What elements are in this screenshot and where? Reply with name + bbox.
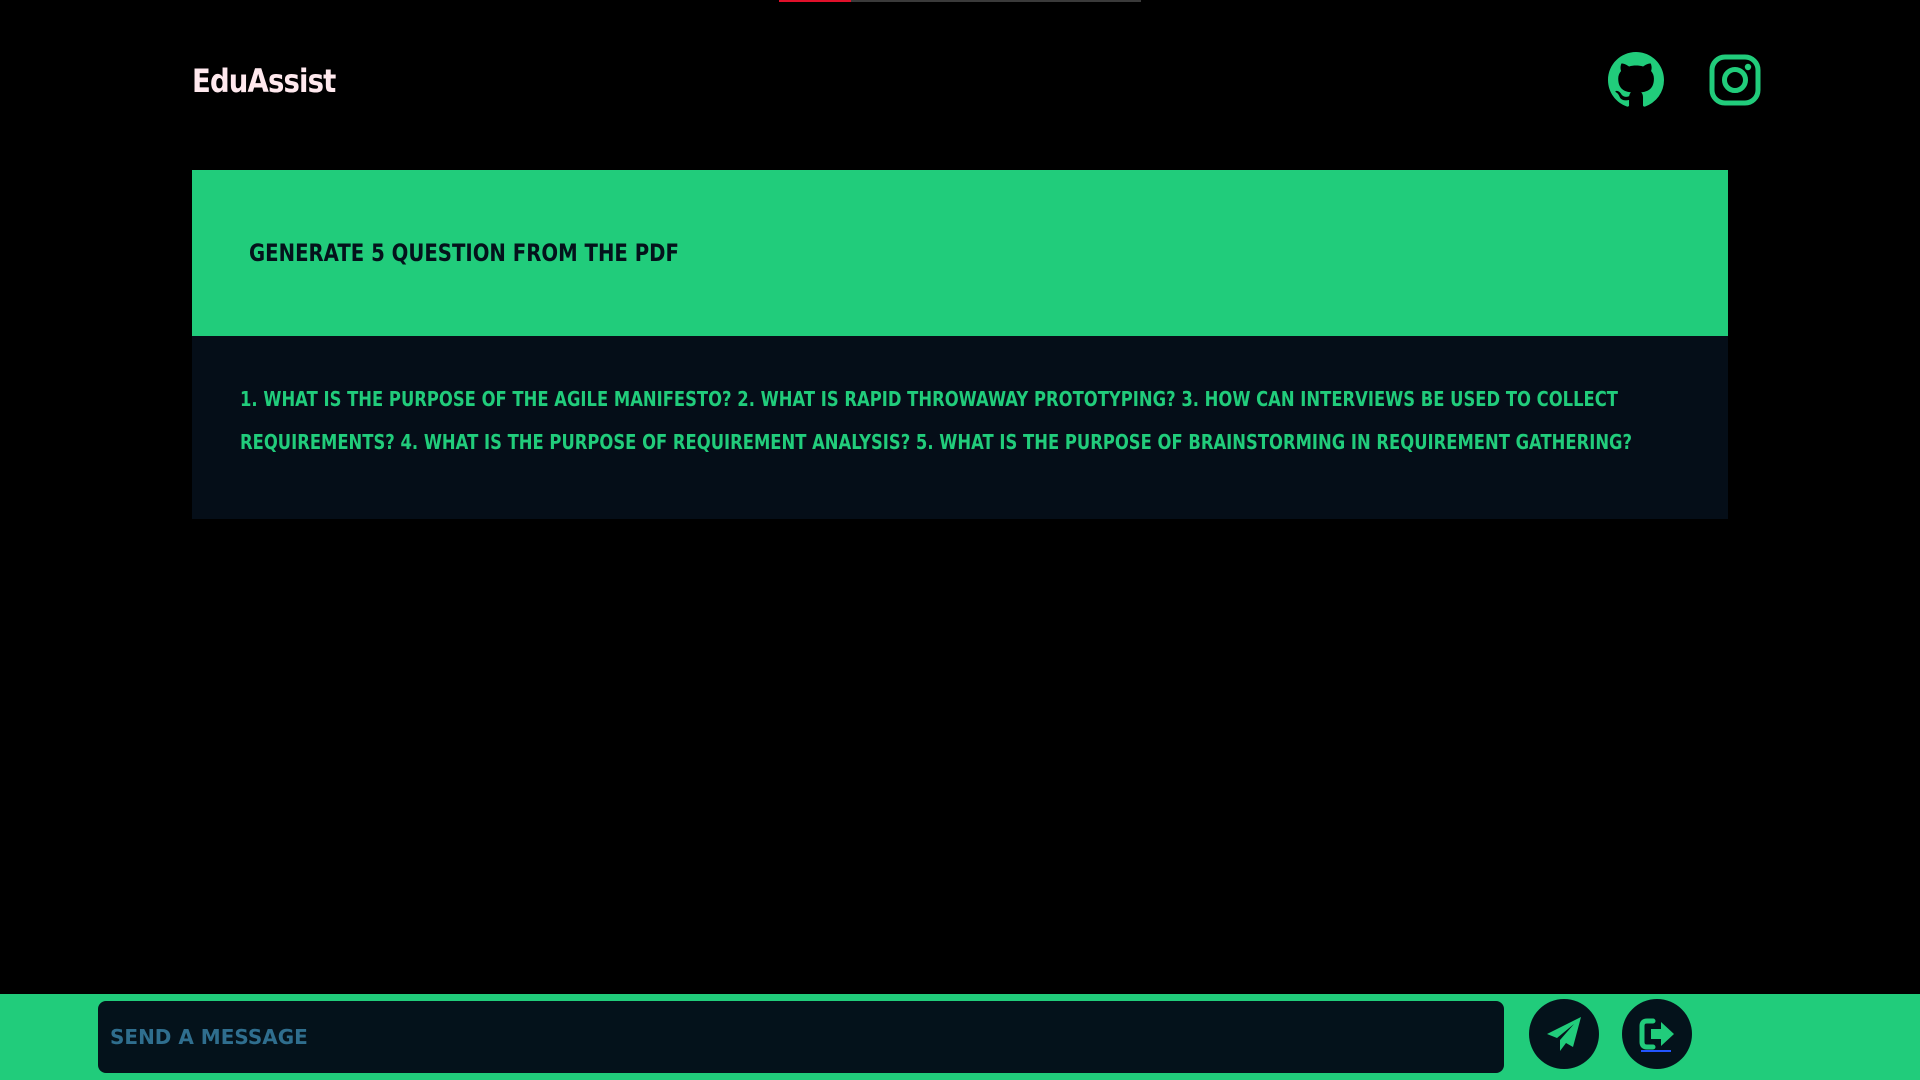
logout-button[interactable] [1622, 999, 1692, 1069]
github-icon [1608, 52, 1664, 107]
app-page: EduAssist GENERATE 5 QUESTION FROM THE P… [0, 0, 1920, 1080]
loading-progress-fill [779, 0, 852, 2]
brand-title: EduAssist [192, 62, 336, 100]
github-link[interactable] [1608, 52, 1664, 108]
assistant-response-text: 1. WHAT IS THE PURPOSE OF THE AGILE MANI… [240, 387, 1633, 454]
instagram-link[interactable] [1707, 52, 1763, 108]
user-prompt-text: GENERATE 5 QUESTION FROM THE PDF [249, 239, 679, 267]
logout-icon [1639, 1018, 1674, 1050]
send-icon [1547, 1017, 1581, 1051]
message-composer [0, 994, 1920, 1080]
message-input[interactable] [98, 1001, 1504, 1073]
send-button[interactable] [1529, 999, 1599, 1069]
instagram-icon [1709, 54, 1761, 106]
loading-progress-bar [779, 0, 1141, 2]
user-prompt-bubble: GENERATE 5 QUESTION FROM THE PDF [192, 170, 1728, 336]
assistant-response-bubble: 1. WHAT IS THE PURPOSE OF THE AGILE MANI… [192, 336, 1728, 519]
logout-link-underline [1641, 1050, 1671, 1052]
